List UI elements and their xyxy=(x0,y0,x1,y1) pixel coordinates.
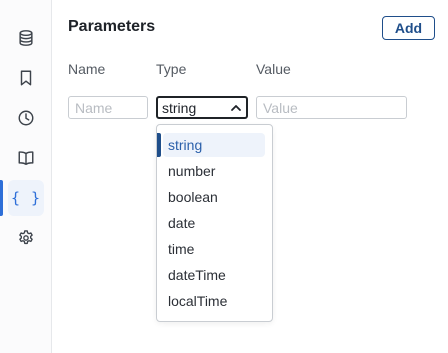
type-option-number[interactable]: number xyxy=(163,159,265,183)
chevron-up-icon xyxy=(231,104,241,111)
sidebar-item-settings[interactable] xyxy=(8,220,44,256)
sidebar: { } xyxy=(0,0,52,353)
name-field-wrapper xyxy=(68,96,148,119)
database-icon xyxy=(19,30,33,46)
type-dropdown-menu: string number boolean date time dateTime… xyxy=(156,124,273,322)
type-option-time[interactable]: time xyxy=(163,237,265,261)
sidebar-item-guides[interactable] xyxy=(8,140,44,176)
sidebar-item-bookmarks[interactable] xyxy=(8,60,44,96)
column-header-type: Type xyxy=(156,61,187,77)
column-header-name: Name xyxy=(68,61,106,77)
add-parameter-button[interactable]: Add xyxy=(382,16,435,40)
gear-icon xyxy=(19,230,33,245)
braces-icon: { } xyxy=(10,189,42,207)
bookmark-icon xyxy=(20,70,32,86)
selected-option-indicator xyxy=(157,133,161,157)
sidebar-item-history[interactable] xyxy=(8,100,44,136)
clock-icon xyxy=(18,110,34,126)
type-option-date[interactable]: date xyxy=(163,211,265,235)
column-header-value: Value xyxy=(256,61,291,77)
sidebar-item-parameters[interactable]: { } xyxy=(8,180,44,216)
value-field-wrapper xyxy=(256,96,407,119)
book-icon xyxy=(18,151,34,166)
page-title: Parameters xyxy=(68,18,156,35)
sidebar-item-database[interactable] xyxy=(8,20,44,56)
type-option-string[interactable]: string xyxy=(163,133,265,157)
sidebar-active-indicator xyxy=(0,180,3,216)
type-option-datetime[interactable]: dateTime xyxy=(163,263,265,287)
type-option-boolean[interactable]: boolean xyxy=(163,185,265,209)
name-input[interactable] xyxy=(75,99,141,116)
type-select[interactable]: string xyxy=(156,96,248,119)
value-input[interactable] xyxy=(263,99,400,116)
type-select-value: string xyxy=(162,99,197,116)
type-option-localtime[interactable]: localTime xyxy=(163,289,265,313)
